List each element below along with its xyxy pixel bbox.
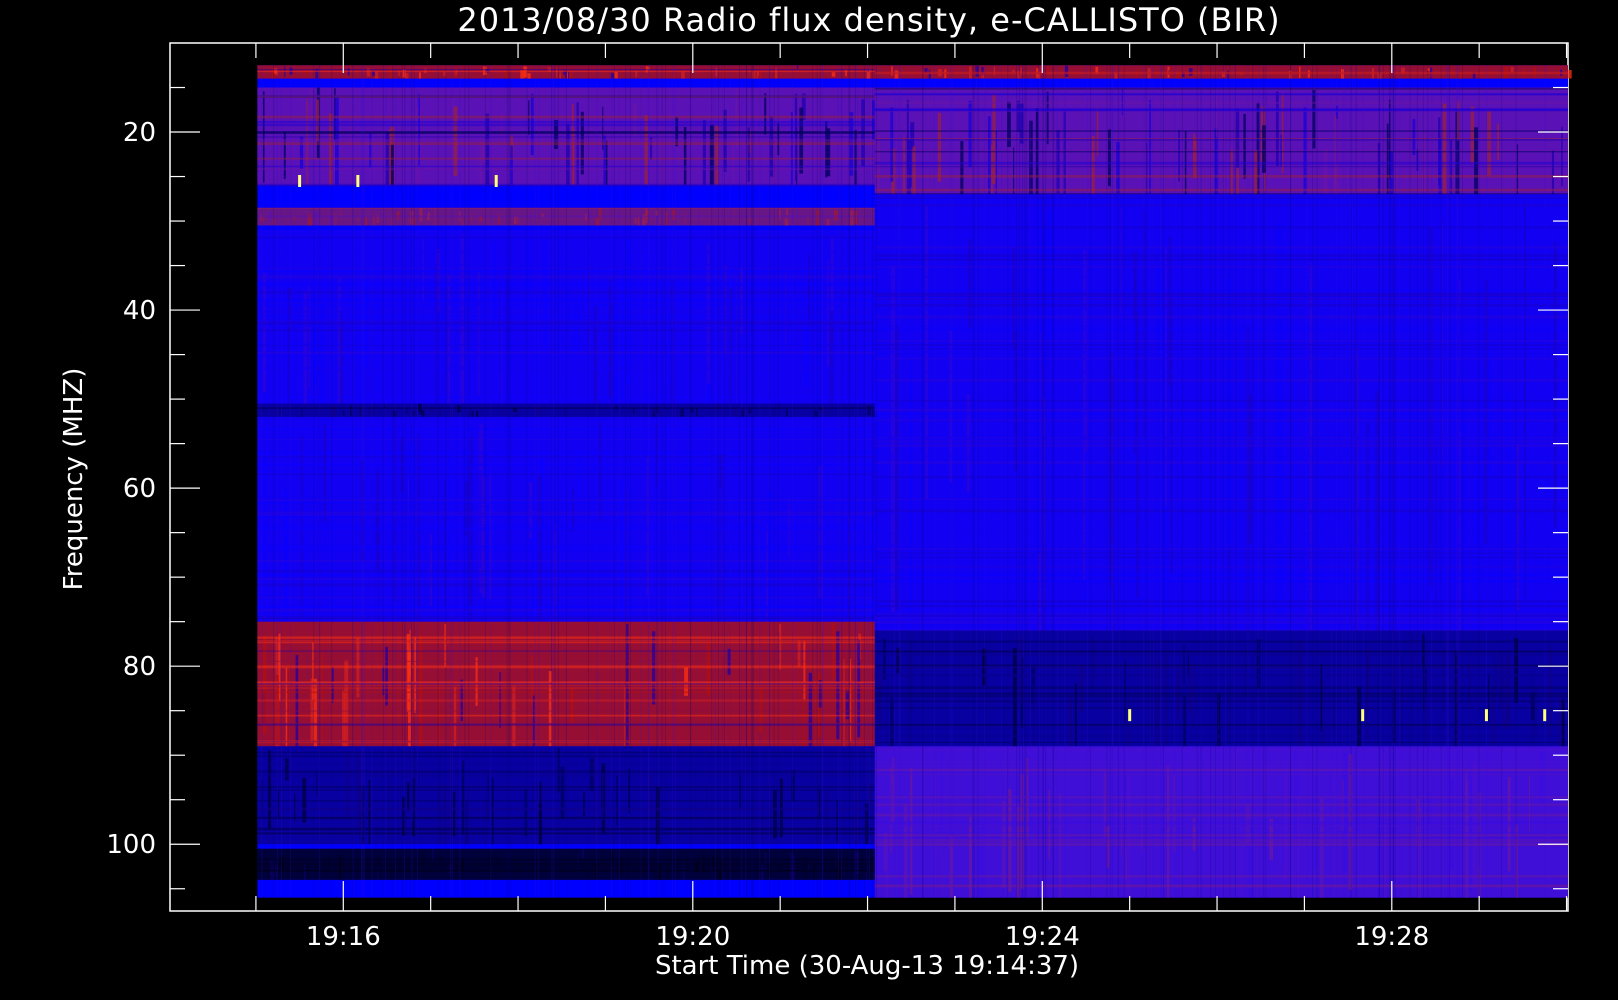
heatmap-band-after-4 <box>874 746 1568 898</box>
y-tick-label: 60 <box>123 474 156 504</box>
bright-feature <box>1484 709 1488 722</box>
y-tick-label: 100 <box>106 830 156 860</box>
heatmap-band-before-5 <box>257 416 878 622</box>
bright-feature <box>1128 709 1132 722</box>
heatmap-band-after-3 <box>874 630 1568 747</box>
y-axis-title: Frequency (MHZ) <box>59 368 89 591</box>
y-tick-label: 20 <box>123 118 156 148</box>
bright-feature <box>1361 709 1365 722</box>
bright-feature <box>494 174 498 187</box>
x-tick-label: 19:28 <box>1354 922 1429 952</box>
heatmap <box>257 65 1572 898</box>
x-tick-label: 19:20 <box>655 922 730 952</box>
chart-title: 2013/08/30 Radio flux density, e-CALLIST… <box>457 1 1280 39</box>
heatmap-band-after-2 <box>874 194 1568 632</box>
plot-area: 20 40 60 80 100 19:16 19:20 19:24 19:28 <box>106 42 1572 952</box>
heatmap-band-after-1 <box>874 87 1568 196</box>
x-tick-label: 19:24 <box>1005 922 1080 952</box>
y-tick-label: 80 <box>123 652 156 682</box>
y-tick-label: 40 <box>123 296 156 326</box>
bright-feature <box>1543 709 1547 722</box>
bright-feature <box>356 174 360 187</box>
bright-feature <box>298 174 302 187</box>
heatmap-band-before-4 <box>257 403 878 420</box>
x-axis-title: Start Time (30-Aug-13 19:14:37) <box>655 951 1079 981</box>
spectrogram-figure: 2013/08/30 Radio flux density, e-CALLIST… <box>59 1 1572 981</box>
x-tick-label: 19:16 <box>306 922 381 952</box>
